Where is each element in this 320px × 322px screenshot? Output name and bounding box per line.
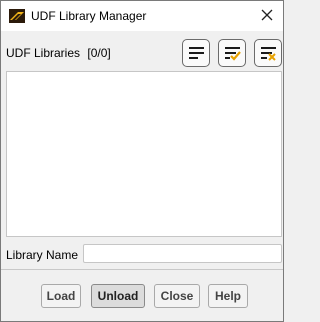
title-bar: UDF Library Manager — [1, 1, 283, 31]
close-button[interactable]: Close — [154, 284, 200, 308]
select-checked-icon — [225, 47, 241, 61]
library-name-input[interactable] — [83, 244, 282, 263]
udf-library-manager-dialog: UDF Library Manager UDF Libraries [0/0] — [0, 0, 284, 322]
app-logo-icon — [9, 9, 25, 23]
select-all-icon — [189, 47, 204, 59]
close-window-icon[interactable] — [257, 5, 277, 25]
deselect-all-icon — [261, 47, 276, 61]
udf-libraries-label: UDF Libraries — [6, 46, 81, 60]
help-button[interactable]: Help — [208, 284, 248, 308]
udf-libraries-heading: UDF Libraries [0/0] — [6, 46, 111, 60]
udf-libraries-list[interactable] — [6, 71, 282, 237]
library-name-label: Library Name — [6, 248, 79, 262]
deselect-all-button[interactable] — [254, 39, 282, 67]
udf-libraries-count: [0/0] — [87, 46, 111, 60]
unload-button[interactable]: Unload — [91, 284, 145, 308]
select-all-button[interactable] — [182, 39, 210, 67]
window-title: UDF Library Manager — [31, 9, 147, 23]
select-checked-button[interactable] — [218, 39, 246, 67]
footer-divider — [1, 269, 283, 270]
load-button[interactable]: Load — [41, 284, 81, 308]
